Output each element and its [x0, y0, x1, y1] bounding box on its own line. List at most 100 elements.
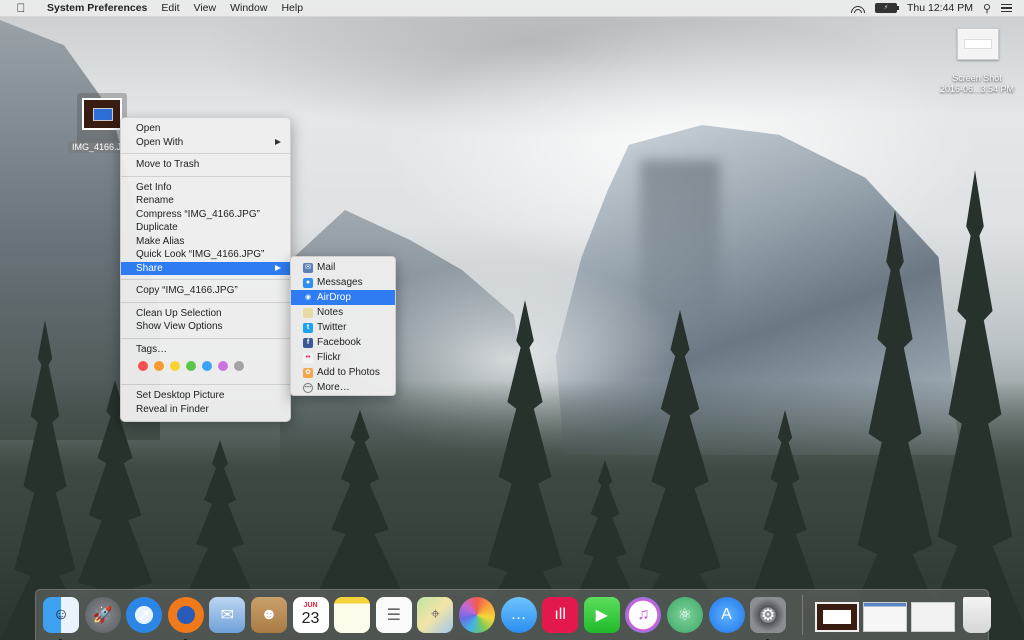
menu-separator: [121, 301, 290, 303]
menu-edit[interactable]: Edit: [154, 2, 186, 14]
menu-app-name[interactable]: System Preferences: [40, 2, 154, 14]
dock-app-contacts[interactable]: ☻: [250, 597, 287, 633]
menu-item-make-alias[interactable]: Make Alias: [121, 235, 290, 249]
share-item-label: Mail: [317, 262, 336, 273]
menu-item-move-to-trash[interactable]: Move to Trash: [121, 158, 290, 172]
tag-green-dot[interactable]: [186, 361, 196, 371]
dock-app-scrivener[interactable]: ıll: [542, 597, 579, 633]
tag-color-row: [121, 356, 290, 376]
menu-item-reveal-in-finder[interactable]: Reveal in Finder: [121, 403, 290, 417]
share-item-airdrop[interactable]: ◉ AirDrop: [291, 290, 395, 305]
menu-window[interactable]: Window: [223, 2, 274, 14]
calendar-icon: JUN 23: [292, 597, 329, 633]
menu-separator: [121, 384, 290, 385]
dock-app-notes[interactable]: [334, 597, 371, 633]
share-item-messages[interactable]: ● Messages: [291, 275, 395, 290]
menu-item-copy[interactable]: Copy “IMG_4166.JPG”: [121, 284, 290, 298]
share-item-label: Facebook: [317, 337, 361, 348]
share-item-label: Notes: [317, 307, 344, 318]
apple-logo-icon[interactable]: : [14, 1, 28, 15]
itunes-icon: ♫: [625, 597, 662, 633]
menu-bar:  System Preferences Edit View Window He…: [0, 0, 1024, 17]
reminders-icon: ☰: [375, 597, 412, 633]
dock-app-safari[interactable]: ➚: [126, 597, 163, 633]
menu-item-quick-look[interactable]: Quick Look “IMG_4166.JPG”: [121, 248, 290, 262]
screenshot-label-line1: Screen Shot: [952, 73, 1002, 83]
share-item-label: More…: [317, 382, 350, 393]
share-item-mail[interactable]: ✉ Mail: [291, 260, 395, 275]
atom-icon: ⚛: [666, 597, 703, 633]
share-item-label: Messages: [317, 277, 363, 288]
trash-icon: [962, 597, 991, 633]
share-item-twitter[interactable]: t Twitter: [291, 320, 395, 335]
menu-help[interactable]: Help: [274, 2, 310, 14]
facebook-icon: f: [303, 337, 313, 348]
messages-icon: ●: [303, 277, 313, 288]
dock-app-itunes[interactable]: ♫: [625, 597, 662, 633]
menu-item-compress[interactable]: Compress “IMG_4166.JPG”: [121, 208, 290, 222]
tag-blue-dot[interactable]: [202, 361, 212, 371]
menu-clock[interactable]: Thu 12:44 PM: [907, 2, 973, 14]
dock-app-messages[interactable]: …: [500, 597, 537, 633]
menu-item-clean-up-selection[interactable]: Clean Up Selection: [121, 307, 290, 321]
menu-item-share-label: Share: [136, 262, 163, 274]
dock-app-finder[interactable]: ☺: [43, 597, 79, 640]
facetime-icon: ▶: [583, 597, 620, 633]
firefox-window-thumbnail[interactable]: [862, 602, 907, 632]
menu-item-rename[interactable]: Rename: [121, 194, 290, 208]
dock-app-photos[interactable]: [458, 597, 495, 633]
dock-app-app-store[interactable]: A: [708, 597, 745, 633]
tag-orange-dot[interactable]: [154, 361, 164, 371]
dock-app-maps[interactable]: ⌖: [417, 597, 454, 633]
battery-charging-icon[interactable]: ⚡: [874, 3, 899, 13]
share-item-label: Twitter: [317, 322, 347, 333]
menu-item-tags[interactable]: Tags…: [121, 343, 290, 357]
menu-separator: [121, 279, 290, 280]
menu-item-get-info[interactable]: Get Info: [121, 181, 290, 195]
dock-app-atom[interactable]: ⚛: [666, 597, 703, 633]
dock-trash[interactable]: [959, 597, 995, 633]
share-item-flickr[interactable]: •• Flickr: [291, 350, 395, 365]
menu-separator: [121, 153, 290, 154]
share-item-notes[interactable]: Notes: [291, 305, 395, 320]
share-item-facebook[interactable]: f Facebook: [291, 335, 395, 350]
share-submenu: ✉ Mail ● Messages ◉ AirDrop Notes t Twitter f Face…: [290, 256, 396, 396]
screenshot-file-label[interactable]: Screen Shot 2016-06...3.54 PM: [930, 73, 1024, 95]
dock-app-facetime[interactable]: ▶: [583, 597, 620, 633]
tag-gray-dot[interactable]: [234, 361, 244, 371]
menu-item-show-view-options[interactable]: Show View Options: [121, 320, 290, 334]
screenshot-file-icon[interactable]: [957, 28, 999, 60]
mail-stamp-icon: ✉: [209, 597, 246, 633]
wifi-icon[interactable]: [850, 3, 865, 13]
menu-item-open[interactable]: Open: [121, 122, 290, 136]
tag-red-dot[interactable]: [138, 361, 148, 371]
dock-app-launchpad[interactable]: 🚀: [84, 597, 121, 633]
airdrop-icon: ◉: [304, 294, 312, 301]
contacts-icon: ☻: [250, 597, 287, 633]
dock-app-mail[interactable]: ✉: [209, 597, 246, 633]
photos-app-icon: [458, 597, 495, 633]
tag-yellow-dot[interactable]: [170, 361, 180, 371]
share-item-add-to-photos[interactable]: ✿ Add to Photos: [291, 365, 395, 380]
menu-view[interactable]: View: [187, 2, 224, 14]
share-item-more[interactable]: ⋯ More…: [291, 380, 395, 395]
image-window-thumbnail[interactable]: [814, 602, 859, 632]
image-file-icon[interactable]: [82, 98, 122, 130]
menu-item-set-desktop-picture[interactable]: Set Desktop Picture: [121, 389, 290, 403]
menu-item-open-with[interactable]: Open With: [121, 136, 290, 150]
spotlight-search-icon[interactable]: ⚲: [983, 2, 991, 15]
system-preferences-window-thumbnail[interactable]: [910, 602, 955, 632]
dock-separator: [801, 595, 803, 635]
menu-item-share[interactable]: Share: [121, 261, 290, 275]
messages-app-icon: …: [500, 597, 537, 633]
tag-purple-dot[interactable]: [218, 361, 228, 371]
dock-app-reminders[interactable]: ☰: [375, 597, 412, 633]
submenu-arrow-icon: [275, 264, 281, 271]
notification-center-icon[interactable]: [1001, 3, 1012, 13]
menu-separator: [121, 175, 290, 177]
menu-item-duplicate[interactable]: Duplicate: [121, 221, 290, 235]
dock-app-firefox[interactable]: [167, 597, 204, 640]
dock-app-system-preferences[interactable]: ⚙: [750, 597, 787, 640]
dock-app-calendar[interactable]: JUN 23: [292, 597, 329, 633]
red-app-icon: ıll: [542, 597, 579, 633]
